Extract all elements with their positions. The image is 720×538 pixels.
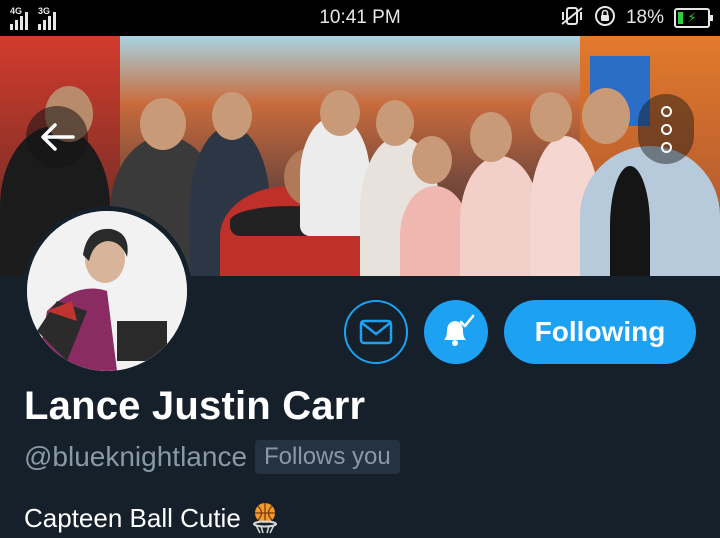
follows-you-badge: Follows you bbox=[255, 440, 400, 474]
more-vertical-icon bbox=[660, 105, 672, 117]
rotation-lock-icon bbox=[594, 5, 616, 32]
bell-check-icon bbox=[444, 314, 475, 346]
battery-level-fill bbox=[678, 12, 683, 24]
avatar[interactable] bbox=[22, 206, 192, 376]
user-handle: @blueknightlance bbox=[24, 441, 248, 472]
avatar-image bbox=[27, 211, 187, 371]
display-name: Lance Justin Carr bbox=[24, 384, 366, 428]
battery-charging-icon: ⚡ bbox=[674, 8, 713, 28]
arrow-left-icon bbox=[41, 123, 75, 151]
bio-text: Capteen Ball Cutie bbox=[24, 502, 241, 533]
battery-percent: 18% bbox=[625, 7, 664, 28]
status-icons: 18% ⚡ bbox=[560, 5, 713, 32]
following-button[interactable]: Following bbox=[504, 300, 696, 364]
vibrate-mute-icon bbox=[560, 6, 584, 31]
basketball-hoop-icon bbox=[249, 502, 281, 534]
back-button[interactable] bbox=[26, 106, 88, 168]
envelope-icon bbox=[359, 319, 393, 345]
notifications-button[interactable] bbox=[424, 300, 488, 364]
message-button[interactable] bbox=[344, 300, 408, 364]
more-options-button[interactable] bbox=[638, 94, 694, 164]
bio: Capteen Ball Cutie bbox=[24, 502, 281, 534]
handle-row: @blueknightlance Follows you bbox=[24, 440, 400, 474]
status-bar: 4G 3G 10:41 PM 18% ⚡ bbox=[0, 0, 720, 36]
